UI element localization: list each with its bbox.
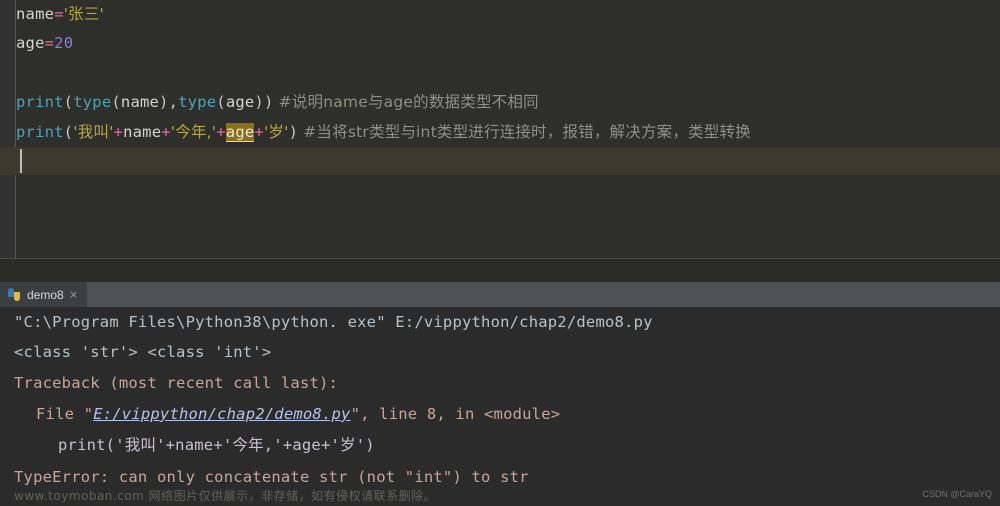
console-text: <class 'str'> <class 'int'>	[14, 343, 272, 361]
editor-bottom-strip	[0, 259, 1000, 282]
code-token: '今年,'	[170, 123, 217, 141]
code-token: age	[225, 93, 255, 111]
console-line: print('我叫'+name+'今年,'+age+'岁')	[14, 430, 375, 460]
code-token: '张三'	[63, 5, 105, 23]
console-line: Traceback (most recent call last):	[14, 368, 338, 398]
console-text: ", line 8, in <module>	[350, 405, 561, 423]
code-text-area[interactable]: name='张三' age=20 print(type(name),type(age…	[16, 0, 1000, 258]
code-token: type	[178, 93, 217, 111]
code-token: +	[113, 123, 124, 141]
code-token: +	[254, 123, 264, 141]
code-token: =	[54, 5, 64, 23]
run-tab-demo8[interactable]: demo8 ×	[0, 282, 88, 307]
run-tab-label: demo8	[27, 287, 64, 302]
code-line[interactable]: print(type(name),type(age)) #说明name与age的…	[16, 88, 539, 117]
code-token: type	[73, 93, 112, 111]
code-token: =	[44, 34, 55, 52]
run-tab-bar: demo8 ×	[0, 282, 1000, 307]
watermark-left: www.toymoban.com 网络图片仅供展示，非存储，如有侵权请联系删除。	[14, 489, 437, 503]
console-line: File "E:/vippython/chap2/demo8.py", line…	[14, 399, 560, 429]
python-file-icon	[8, 288, 21, 301]
code-line[interactable]: age=20	[16, 29, 73, 58]
code-token: print	[16, 123, 64, 141]
watermark-right: CSDN @CaraYQ	[922, 489, 992, 499]
code-token: +	[161, 123, 171, 141]
code-token: (	[216, 93, 226, 111]
code-line[interactable]: name='张三'	[16, 0, 104, 29]
console-line: "C:\Program Files\Python38\python. exe" …	[14, 307, 653, 337]
code-token: '岁'	[263, 123, 289, 141]
console-file-link[interactable]: E:/vippython/chap2/demo8.py	[93, 405, 350, 423]
code-token: '我叫'	[73, 123, 114, 141]
code-token: (	[63, 93, 74, 111]
code-line[interactable]: print('我叫'+name+'今年,'+age+'岁') #当将str类型与…	[16, 118, 751, 147]
console-text: TypeError: can only concatenate str (not…	[14, 468, 529, 486]
code-token: name	[16, 5, 55, 23]
code-token: #说明name与age的数据类型不相同	[273, 93, 539, 111]
console-text: "C:\Program Files\Python38\python. exe" …	[14, 313, 653, 331]
code-token: name	[120, 93, 160, 111]
code-token: (	[63, 123, 74, 141]
code-token: +	[216, 123, 226, 141]
code-token: age	[225, 123, 255, 142]
close-icon[interactable]: ×	[70, 288, 78, 301]
console-text: Traceback (most recent call last):	[14, 374, 339, 392]
console-output[interactable]: "C:\Program Files\Python38\python. exe" …	[0, 307, 1000, 506]
code-token: name	[123, 123, 162, 141]
console-line: <class 'str'> <class 'int'>	[14, 337, 271, 367]
code-editor[interactable]: name='张三' age=20 print(type(name),type(age…	[0, 0, 1000, 258]
console-text: File "	[36, 405, 94, 423]
code-token: print	[16, 93, 64, 111]
code-token: (	[111, 93, 121, 111]
code-token: 20	[54, 34, 74, 52]
code-token: #当将str类型与int类型进行连接时，报错，解决方案，类型转换	[298, 123, 751, 141]
pycharm-window: name='张三' age=20 print(type(name),type(age…	[0, 0, 1000, 506]
code-token: )	[288, 123, 299, 141]
run-tool-window: demo8 × "C:\Program Files\Python38\pytho…	[0, 282, 1000, 506]
code-token: ),	[159, 93, 179, 111]
editor-gutter[interactable]	[0, 0, 15, 258]
code-token: age	[16, 34, 45, 52]
console-text: print('我叫'+name+'今年,'+age+'岁')	[58, 436, 375, 454]
code-token: ))	[254, 93, 274, 111]
